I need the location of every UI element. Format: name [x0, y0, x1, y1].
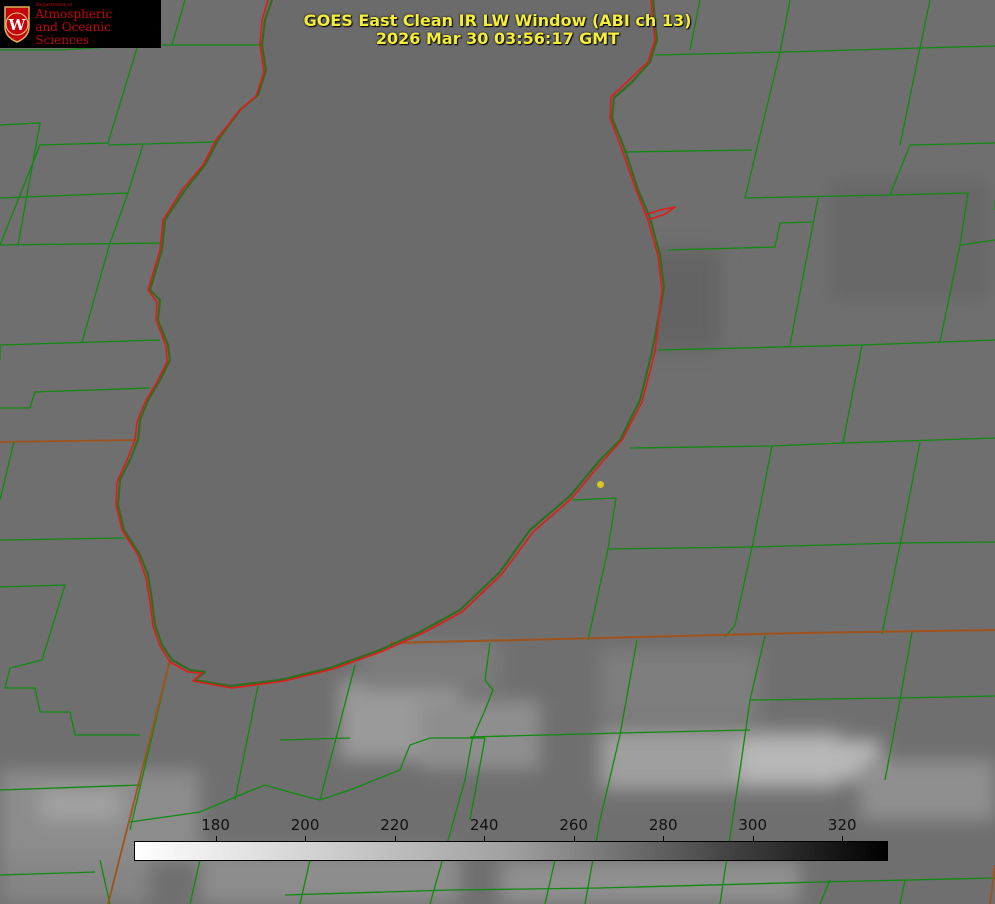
- colorbar-tick: [484, 836, 486, 842]
- uw-crest-icon: W: [3, 4, 31, 44]
- location-dot-icon: [597, 481, 604, 488]
- satellite-image-viewer: GOES East Clean IR LW Window (ABI ch 13)…: [0, 0, 995, 904]
- colorbar-tick: [394, 836, 396, 842]
- colorbar-tick: [663, 836, 665, 842]
- colorbar-tick-label: 220: [380, 816, 409, 834]
- colorbar-tick-label: 180: [201, 816, 230, 834]
- colorbar-tick-label: 300: [738, 816, 768, 834]
- temperature-colorbar: 180 200 220 240 260 280 300 320: [134, 816, 888, 861]
- logo-line2: and Oceanic Sciences: [35, 19, 111, 47]
- seal-letter: W: [8, 16, 27, 34]
- colorbar-tick: [573, 836, 575, 842]
- colorbar-tick: [752, 836, 754, 842]
- ir-satellite-map: [0, 0, 995, 904]
- colorbar-tick-label: 280: [648, 816, 678, 834]
- colorbar-tick: [305, 836, 307, 842]
- colorbar-tick-label: 240: [469, 816, 499, 834]
- colorbar-tick-label: 320: [827, 816, 857, 834]
- colorbar-tick-label: 260: [559, 816, 588, 834]
- aos-logo[interactable]: W Department of Atmospheric and Oceanic …: [0, 0, 161, 48]
- colorbar-tick: [842, 836, 844, 842]
- logo-line1: Atmospheric: [35, 6, 113, 21]
- colorbar-tick-label: 200: [290, 816, 320, 834]
- colorbar-tick: [215, 836, 217, 842]
